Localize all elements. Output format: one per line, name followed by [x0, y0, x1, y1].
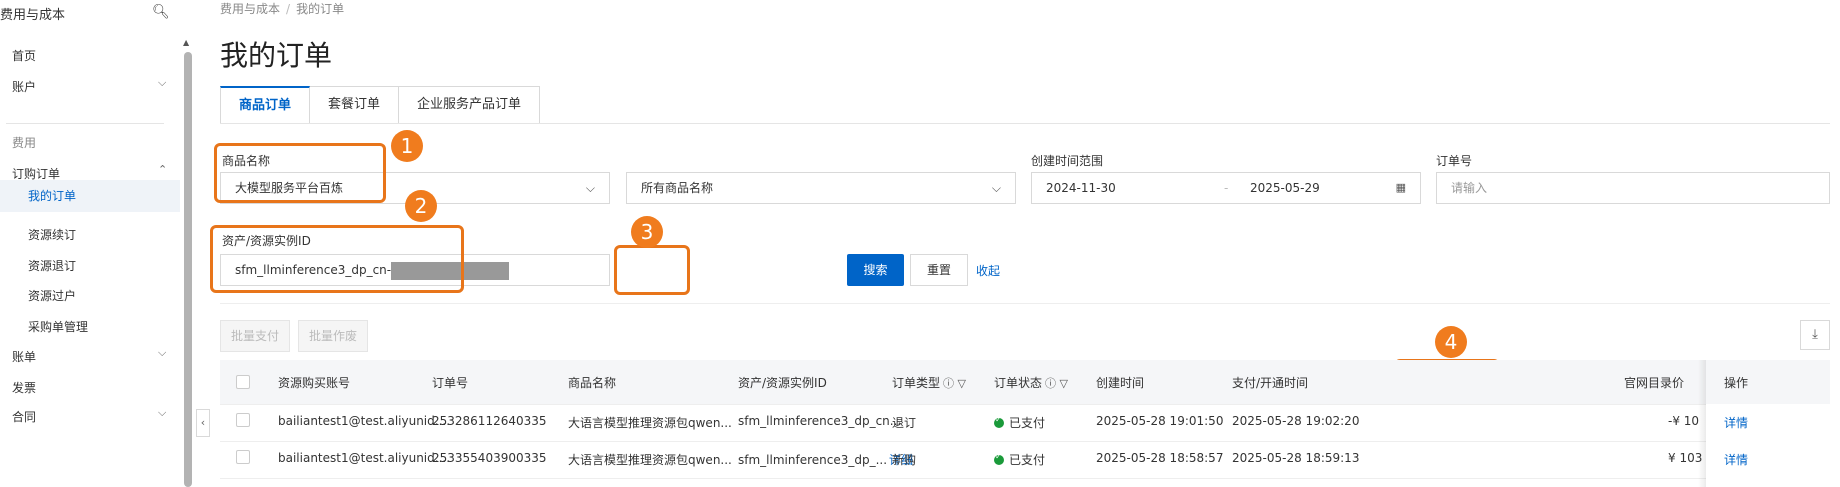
annotation-box-2: [210, 225, 464, 293]
cell-paid: 2025-05-28 18:59:13: [1232, 451, 1360, 465]
tab-product-orders[interactable]: 商品订单: [220, 86, 311, 124]
section-divider: [220, 303, 1830, 304]
chevron-up-icon[interactable]: ⌃: [158, 163, 167, 176]
breadcrumb-item[interactable]: 费用与成本: [220, 2, 280, 16]
row-checkbox[interactable]: [236, 413, 250, 427]
cell-created: 2025-05-28 19:01:50: [1096, 414, 1224, 428]
reset-button[interactable]: 重置: [910, 254, 968, 286]
order-no-input[interactable]: 请输入: [1436, 172, 1830, 204]
cell-account: bailiantest1@test.aliyunid....: [278, 414, 451, 428]
cell-status: 已支付: [994, 451, 1045, 468]
sidebar-title: 费用与成本: [0, 8, 66, 23]
order-no-label: 订单号: [1436, 154, 1473, 168]
help-filter-icon[interactable]: ⓘ ▽: [943, 377, 966, 390]
tab-enterprise-orders[interactable]: 企业服务产品订单: [399, 86, 541, 124]
product-all-select[interactable]: 所有商品名称 ⌵: [626, 172, 1016, 204]
cell-product: 大语言模型推理资源包qwen...: [568, 453, 732, 467]
breadcrumb-item: 我的订单: [296, 2, 345, 16]
check-circle-icon: [994, 452, 1004, 465]
row-detail-link[interactable]: 详情: [1724, 414, 1748, 431]
calendar-icon[interactable]: ▦: [1396, 173, 1406, 203]
tab-package-orders[interactable]: 套餐订单: [310, 86, 400, 124]
sidebar-item-purchase[interactable]: 采购单管理: [28, 318, 88, 335]
download-icon[interactable]: ⤓: [1800, 320, 1830, 350]
cell-price: -¥ 10: [1668, 414, 1700, 428]
breadcrumb: 费用与成本 / 我的订单: [220, 2, 345, 16]
sidebar-item-my-orders[interactable]: 我的订单: [0, 180, 180, 212]
chevron-down-icon[interactable]: ⌵: [158, 76, 166, 90]
sidebar-item-contract[interactable]: 合同: [12, 408, 36, 425]
cell-order-no: 253355403900335: [432, 451, 547, 465]
tabs: 商品订单 套餐订单 企业服务产品订单: [220, 86, 541, 124]
search-button[interactable]: 搜索: [847, 254, 904, 286]
row-checkbox[interactable]: [236, 450, 250, 464]
date-end[interactable]: 2025-05-29: [1250, 173, 1320, 203]
help-filter-icon[interactable]: ⓘ ▽: [1045, 377, 1068, 390]
sidebar-item-transfer[interactable]: 资源过户: [28, 287, 76, 304]
cell-paid: 2025-05-28 19:02:20: [1232, 414, 1360, 428]
col-actions: 操作: [1724, 376, 1749, 390]
sidebar-item-home[interactable]: 首页: [12, 47, 36, 64]
date-separator: -: [1224, 181, 1229, 195]
row-detail-link[interactable]: 详情: [1724, 451, 1748, 468]
sidebar-item-account[interactable]: 账户: [12, 78, 36, 95]
date-start[interactable]: 2024-11-30: [1046, 181, 1116, 195]
col-order-type: 订单类型 ⓘ ▽: [892, 376, 966, 390]
sidebar-group-fee: 费用: [12, 136, 37, 150]
cell-status: 已支付: [994, 414, 1045, 431]
cell-instance: sfm_llminference3_dp_cn...: [738, 414, 902, 428]
row-divider: [220, 404, 1830, 405]
chevron-down-icon: ⌵: [585, 181, 595, 195]
date-range-label: 创建时间范围: [1031, 154, 1104, 168]
scroll-up-icon[interactable]: ▲: [183, 38, 189, 47]
row-divider: [220, 441, 1830, 442]
annotation-box-1: [214, 143, 386, 203]
col-order-no: 订单号: [432, 376, 469, 390]
product-all-value: 所有商品名称: [641, 181, 714, 195]
col-paid: 支付/开通时间: [1232, 376, 1309, 390]
select-all-checkbox[interactable]: [236, 375, 250, 389]
chevron-down-icon[interactable]: ⌵: [158, 346, 166, 360]
sidebar-collapse-button[interactable]: ‹: [196, 409, 210, 437]
search-icon[interactable]: 🔍︎: [152, 4, 170, 20]
batch-pay-button[interactable]: 批量支付: [220, 320, 290, 352]
sidebar-item-unsubscribe[interactable]: 资源退订: [28, 257, 76, 274]
col-product: 商品名称: [568, 376, 617, 390]
col-order-status: 订单状态 ⓘ ▽: [994, 376, 1068, 390]
tabs-underline: [220, 123, 1830, 124]
annotation-badge-1: 1: [391, 130, 423, 162]
cell-instance: sfm_llminference3_dp_... 详细: [738, 453, 914, 467]
cell-account: bailiantest1@test.aliyunid....: [278, 451, 451, 465]
col-instance: 资产/资源实例ID: [738, 376, 827, 390]
cell-order-type: 新购: [892, 453, 917, 467]
cell-product: 大语言模型推理资源包qwen...: [568, 416, 732, 430]
collapse-link[interactable]: 收起: [976, 262, 1000, 279]
batch-void-button[interactable]: 批量作废: [298, 320, 368, 352]
sidebar: 费用与成本 🔍︎ 首页 账户 ⌵ 费用 订购订单 ⌃ 我的订单 资源续订 资源退…: [0, 0, 200, 487]
row-divider: [220, 478, 1830, 479]
check-circle-icon: [994, 415, 1004, 428]
date-range-picker[interactable]: 2024-11-30 - 2025-05-29 ▦: [1031, 172, 1421, 204]
col-price: 官网目录价: [1624, 376, 1685, 390]
order-no-placeholder: 请输入: [1451, 181, 1488, 195]
sticky-shadow: [1698, 360, 1706, 487]
sidebar-divider: [6, 123, 164, 124]
main-content: 费用与成本 / 我的订单 我的订单 商品订单 套餐订单 企业服务产品订单 商品名称 …: [210, 0, 1840, 487]
sidebar-item-bills[interactable]: 账单: [12, 348, 36, 365]
cell-order-no: 253286112640335: [432, 414, 547, 428]
col-account: 资源购买账号: [278, 376, 351, 390]
cell-created: 2025-05-28 18:58:57: [1096, 451, 1224, 465]
sidebar-scrollbar[interactable]: [184, 52, 192, 487]
annotation-box-3: [614, 245, 690, 295]
sidebar-item-invoice[interactable]: 发票: [12, 379, 36, 396]
annotation-badge-4: 4: [1435, 326, 1467, 358]
col-created: 创建时间: [1096, 376, 1145, 390]
cell-order-type: 退订: [892, 416, 917, 430]
annotation-badge-2: 2: [405, 190, 437, 222]
chevron-down-icon[interactable]: ⌵: [158, 406, 166, 420]
page-title: 我的订单: [220, 39, 333, 72]
annotation-badge-3: 3: [631, 216, 663, 248]
chevron-down-icon: ⌵: [991, 181, 1001, 195]
sidebar-item-renew[interactable]: 资源续订: [28, 226, 76, 243]
